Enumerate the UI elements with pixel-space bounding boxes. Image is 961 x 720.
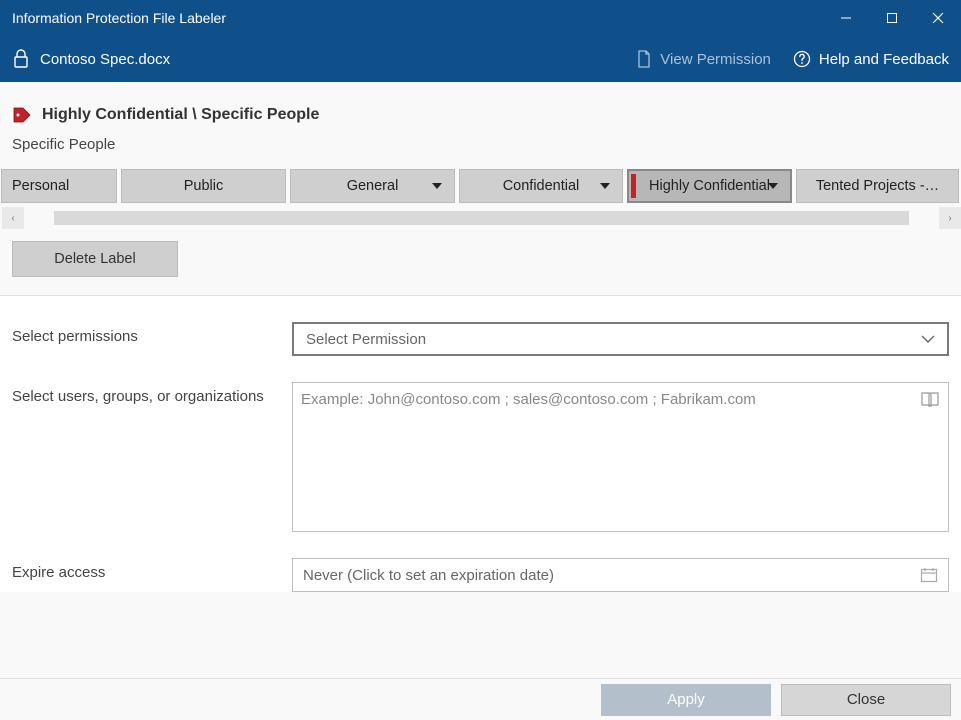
category-highly-confidential[interactable]: Highly Confidential (627, 169, 792, 203)
close-button-label: Close (847, 691, 885, 708)
minimize-icon (840, 12, 852, 24)
expire-placeholder: Never (Click to set an expiration date) (303, 567, 554, 584)
expire-access-label: Expire access (12, 558, 292, 592)
lock-icon (12, 49, 30, 69)
apply-button[interactable]: Apply (601, 684, 771, 716)
category-public[interactable]: Public (121, 169, 286, 203)
document-icon (636, 50, 652, 68)
view-permission-link[interactable]: View Permission (636, 50, 771, 68)
chevron-down-icon (600, 183, 610, 189)
category-label: Highly Confidential (649, 178, 770, 194)
minimize-button[interactable] (823, 0, 869, 36)
close-window-button[interactable] (915, 0, 961, 36)
select-users-label: Select users, groups, or organizations (12, 382, 292, 532)
form-area: Select permissions Select Permission Sel… (0, 296, 961, 592)
category-label: Confidential (503, 178, 580, 194)
window-title: Information Protection File Labeler (12, 10, 823, 26)
select-users-placeholder: Example: John@contoso.com ; sales@contos… (301, 391, 756, 408)
category-label: Tented Projects -… (816, 178, 939, 194)
toolbar: Contoso Spec.docx View Permission Help a… (0, 36, 961, 82)
select-permission-placeholder: Select Permission (306, 331, 426, 348)
chevron-down-icon (768, 183, 778, 189)
scroll-right-button[interactable]: › (939, 207, 961, 229)
delete-label-text: Delete Label (54, 251, 135, 267)
sublabel-text: Specific People (0, 128, 961, 169)
maximize-icon (886, 12, 898, 24)
category-tented-projects[interactable]: Tented Projects -… (796, 169, 959, 203)
category-label: Public (184, 178, 224, 194)
calendar-icon[interactable] (920, 567, 938, 583)
close-icon (932, 12, 944, 24)
category-confidential[interactable]: Confidential (459, 169, 623, 203)
help-feedback-label: Help and Feedback (819, 51, 949, 68)
close-button[interactable]: Close (781, 684, 951, 716)
scroll-left-button[interactable]: ‹ (2, 207, 24, 229)
maximize-button[interactable] (869, 0, 915, 36)
file-name: Contoso Spec.docx (40, 51, 170, 68)
category-label: General (347, 178, 399, 194)
tag-icon (12, 106, 32, 124)
select-permission-dropdown[interactable]: Select Permission (292, 322, 949, 356)
category-scrollbar: ‹ › (0, 207, 961, 229)
footer: Apply Close (0, 678, 961, 720)
help-feedback-link[interactable]: Help and Feedback (793, 50, 949, 68)
category-personal[interactable]: Personal (1, 169, 117, 203)
expire-access-input[interactable]: Never (Click to set an expiration date) (292, 558, 949, 592)
chevron-down-icon (921, 335, 935, 343)
scroll-track[interactable] (54, 211, 909, 225)
address-book-icon[interactable] (920, 391, 940, 409)
category-label: Personal (12, 178, 69, 194)
titlebar: Information Protection File Labeler (0, 0, 961, 36)
chevron-down-icon (432, 183, 442, 189)
category-general[interactable]: General (290, 169, 455, 203)
help-icon (793, 50, 811, 68)
select-users-input[interactable]: Example: John@contoso.com ; sales@contos… (292, 382, 949, 532)
category-row: Personal Public General Confidential Hig… (0, 169, 961, 203)
view-permission-label: View Permission (660, 51, 771, 68)
apply-button-label: Apply (667, 691, 705, 708)
select-permissions-label: Select permissions (12, 322, 292, 356)
delete-label-button[interactable]: Delete Label (12, 241, 178, 277)
label-header: Highly Confidential \ Specific People (0, 82, 961, 128)
breadcrumb: Highly Confidential \ Specific People (42, 106, 319, 124)
window-controls (823, 0, 961, 36)
